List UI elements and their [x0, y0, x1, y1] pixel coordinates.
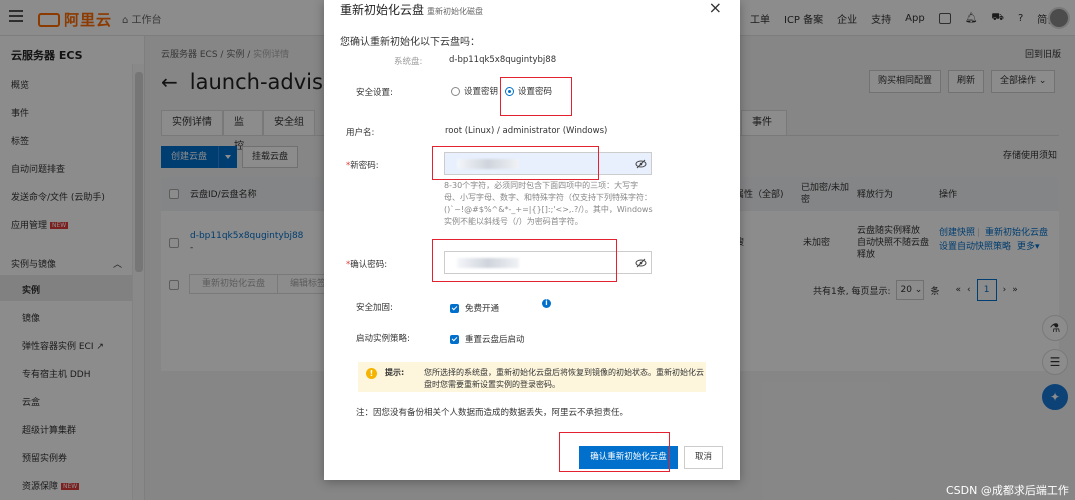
- highlight-box-confirm-button: [559, 432, 670, 472]
- eye-hidden-icon[interactable]: [635, 158, 647, 170]
- warning-tip: ! 提示: 您所选择的系统盘，重新初始化云盘后将恢复到镜像的初始状态。重新初始化…: [358, 362, 706, 392]
- dialog-title: 重新初始化云盘 重新初始化磁盘: [340, 3, 484, 17]
- tip-heading: 提示:: [385, 368, 405, 377]
- eye-hidden-icon[interactable]: [635, 257, 647, 269]
- system-disk-value: d-bp11qk5x8qugintybj88: [449, 55, 557, 65]
- start-policy-label: 启动实例策略:: [356, 334, 410, 344]
- tip-text: 您所选择的系统盘，重新初始化云盘后将恢复到镜像的初始状态。重新初始化云盘时您需要…: [424, 368, 704, 389]
- username-label: 用户名:: [346, 128, 375, 138]
- password-hint: 8-30个字符，必须同时包含下面四项中的三项：大写字母、小写字母、数字、和特殊字…: [444, 181, 653, 226]
- reinit-disk-dialog: 重新初始化云盘 重新初始化磁盘 × 您确认重新初始化以下云盘吗： 系统盘: d-b…: [324, 0, 740, 480]
- confirm-password-label: *确认密码:: [346, 260, 388, 270]
- highlight-box-confirm-password: [432, 239, 617, 282]
- warning-icon: !: [366, 368, 377, 379]
- watermark: CSDN @成都求后端工作: [946, 484, 1069, 497]
- disclaimer-note: 注：因您没有备份相关个人数据而造成的数据丢失，阿里云不承担责任。: [356, 408, 629, 418]
- dialog-question: 您确认重新初始化以下云盘吗：: [340, 37, 480, 48]
- new-password-label: *新密码:: [346, 161, 379, 171]
- highlight-box-password-option: [500, 77, 572, 116]
- checkbox-checked-icon[interactable]: [450, 304, 459, 313]
- reinforce-label: 安全加固:: [356, 303, 393, 313]
- cancel-button[interactable]: 取消: [684, 446, 723, 469]
- close-icon[interactable]: ×: [709, 0, 722, 17]
- checkbox-checked-icon[interactable]: [450, 335, 459, 344]
- radio-key[interactable]: 设置密钥: [451, 85, 498, 97]
- info-icon[interactable]: i: [542, 299, 551, 308]
- username-value: root (Linux) / administrator (Windows): [445, 126, 608, 136]
- start-policy-checkbox[interactable]: 重置云盘后启动: [450, 333, 525, 345]
- reinforce-checkbox[interactable]: 免费开通: [450, 302, 499, 314]
- highlight-box-new-password: [432, 146, 599, 180]
- security-label: 安全设置:: [356, 88, 393, 98]
- radio-key-icon[interactable]: [451, 87, 460, 96]
- system-disk-label: 系统盘:: [394, 57, 423, 67]
